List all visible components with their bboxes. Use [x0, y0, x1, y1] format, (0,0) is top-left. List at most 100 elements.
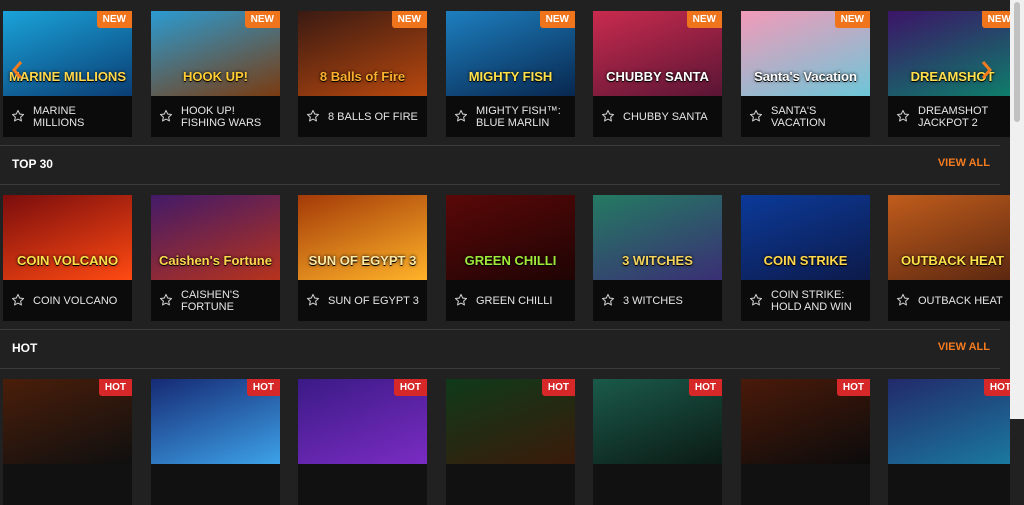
hot-badge: HOT: [688, 379, 722, 396]
game-title: DREAMSHOT JACKPOT 2: [918, 105, 989, 129]
game-title: SUN OF EGYPT 3: [328, 295, 419, 307]
game-thumbnail[interactable]: OUTBACK HEAT: [888, 195, 1010, 280]
game-card[interactable]: HOT: [446, 379, 575, 505]
scrollbar-thumb[interactable]: [1014, 2, 1020, 122]
hot-row: HOT HOT HOT HOT HOT HOT HOT: [0, 379, 1010, 505]
game-thumbnail[interactable]: 8 Balls of Fire NEW: [298, 11, 427, 96]
view-all-hot-link[interactable]: VIEW ALL: [938, 341, 990, 353]
game-title: HOOK UP! FISHING WARS: [181, 105, 262, 129]
hot-badge: HOT: [836, 379, 870, 396]
star-outline-icon[interactable]: [749, 109, 763, 123]
game-card[interactable]: CHUBBY SANTA NEW CHUBBY SANTA: [593, 11, 722, 137]
game-thumbnail[interactable]: HOOK UP! NEW: [151, 11, 280, 96]
star-outline-icon[interactable]: [896, 109, 910, 123]
game-thumbnail[interactable]: HOT: [3, 379, 132, 464]
game-thumbnail[interactable]: SUN OF EGYPT 3: [298, 195, 427, 280]
game-thumbnail[interactable]: HOT: [151, 379, 280, 464]
new-badge: NEW: [686, 11, 722, 28]
game-title: COIN STRIKE: HOLD AND WIN: [771, 289, 852, 313]
game-caption: COIN STRIKE: HOLD AND WIN: [741, 280, 870, 321]
star-outline-icon[interactable]: [454, 109, 468, 123]
game-title: 3 WITCHES: [623, 295, 683, 307]
section-divider: [0, 145, 1000, 146]
game-thumbnail[interactable]: HOT: [888, 379, 1010, 464]
game-caption: OUTBACK HEAT: [888, 280, 1010, 321]
game-card[interactable]: HOT: [151, 379, 280, 505]
game-thumbnail[interactable]: Caishen's Fortune: [151, 195, 280, 280]
game-caption: COIN VOLCANO: [3, 280, 132, 321]
game-thumbnail[interactable]: MIGHTY FISH NEW: [446, 11, 575, 96]
game-logo: HOOK UP!: [183, 69, 248, 84]
game-card[interactable]: HOT: [741, 379, 870, 505]
game-thumbnail[interactable]: HOT: [741, 379, 870, 464]
chevron-left-icon: [12, 61, 23, 79]
game-logo: Santa's Vacation: [754, 69, 857, 84]
star-outline-icon[interactable]: [11, 109, 25, 123]
game-card[interactable]: HOT: [888, 379, 1010, 505]
game-logo: SUN OF EGYPT 3: [308, 253, 417, 268]
game-caption: 3 WITCHES: [593, 280, 722, 321]
game-thumbnail[interactable]: GREEN CHILLI: [446, 195, 575, 280]
game-title: OUTBACK HEAT: [918, 295, 1003, 307]
carousel-next-button[interactable]: [972, 50, 1002, 90]
game-thumbnail[interactable]: HOT: [446, 379, 575, 464]
game-logo: MIGHTY FISH: [468, 69, 553, 84]
star-outline-icon[interactable]: [306, 293, 320, 307]
game-thumbnail[interactable]: HOT: [593, 379, 722, 464]
game-logo: CHUBBY SANTA: [606, 69, 709, 84]
game-title: MARINE MILLIONS: [33, 105, 85, 129]
chevron-right-icon: [981, 61, 992, 79]
section-title-top30: TOP 30: [12, 157, 53, 171]
game-card[interactable]: COIN VOLCANO COIN VOLCANO: [3, 195, 132, 321]
game-title: SANTA'S VACATION: [771, 105, 826, 129]
game-thumbnail[interactable]: COIN VOLCANO: [3, 195, 132, 280]
game-card[interactable]: Caishen's Fortune CAISHEN'S FORTUNE: [151, 195, 280, 321]
new-badge: NEW: [981, 11, 1010, 28]
star-outline-icon[interactable]: [159, 293, 173, 307]
game-title: GREEN CHILLI: [476, 295, 553, 307]
game-card[interactable]: HOOK UP! NEW HOOK UP! FISHING WARS: [151, 11, 280, 137]
game-card[interactable]: HOT: [593, 379, 722, 505]
game-card[interactable]: SUN OF EGYPT 3 SUN OF EGYPT 3: [298, 195, 427, 321]
game-card[interactable]: Santa's Vacation NEW SANTA'S VACATION: [741, 11, 870, 137]
game-thumbnail[interactable]: Santa's Vacation NEW: [741, 11, 870, 96]
star-outline-icon[interactable]: [159, 109, 173, 123]
game-caption: SANTA'S VACATION: [741, 96, 870, 137]
game-thumbnail[interactable]: CHUBBY SANTA NEW: [593, 11, 722, 96]
game-title: CAISHEN'S FORTUNE: [181, 289, 240, 313]
carousel-prev-button[interactable]: [2, 50, 32, 90]
game-thumbnail[interactable]: 3 WITCHES: [593, 195, 722, 280]
hot-badge: HOT: [246, 379, 280, 396]
game-card[interactable]: GREEN CHILLI GREEN CHILLI: [446, 195, 575, 321]
hot-badge: HOT: [983, 379, 1010, 396]
hot-badge: HOT: [393, 379, 427, 396]
star-outline-icon[interactable]: [454, 293, 468, 307]
game-thumbnail[interactable]: COIN STRIKE: [741, 195, 870, 280]
section-divider: [0, 184, 1000, 185]
view-all-top30-link[interactable]: VIEW ALL: [938, 157, 990, 169]
game-card[interactable]: COIN STRIKE COIN STRIKE: HOLD AND WIN: [741, 195, 870, 321]
game-card[interactable]: OUTBACK HEAT OUTBACK HEAT: [888, 195, 1010, 321]
game-caption: HOOK UP! FISHING WARS: [151, 96, 280, 137]
game-thumbnail[interactable]: HOT: [298, 379, 427, 464]
game-caption: DREAMSHOT JACKPOT 2: [888, 96, 1010, 137]
game-card[interactable]: HOT: [298, 379, 427, 505]
vertical-scrollbar[interactable]: [1010, 0, 1024, 419]
game-card[interactable]: MIGHTY FISH NEW MIGHTY FISH™: BLUE MARLIN: [446, 11, 575, 137]
game-logo: 3 WITCHES: [622, 253, 693, 268]
game-logo: OUTBACK HEAT: [900, 253, 1005, 268]
game-card[interactable]: HOT: [3, 379, 132, 505]
game-logo: GREEN CHILLI: [464, 253, 557, 268]
section-title-hot: HOT: [12, 341, 38, 355]
game-card[interactable]: 8 Balls of Fire NEW 8 BALLS OF FIRE: [298, 11, 427, 137]
star-outline-icon[interactable]: [749, 293, 763, 307]
star-outline-icon[interactable]: [11, 293, 25, 307]
star-outline-icon[interactable]: [601, 293, 615, 307]
new-badge: NEW: [96, 11, 132, 28]
star-outline-icon[interactable]: [306, 109, 320, 123]
star-outline-icon[interactable]: [896, 293, 910, 307]
hot-badge: HOT: [98, 379, 132, 396]
game-caption: 8 BALLS OF FIRE: [298, 96, 427, 137]
star-outline-icon[interactable]: [601, 109, 615, 123]
game-card[interactable]: 3 WITCHES 3 WITCHES: [593, 195, 722, 321]
